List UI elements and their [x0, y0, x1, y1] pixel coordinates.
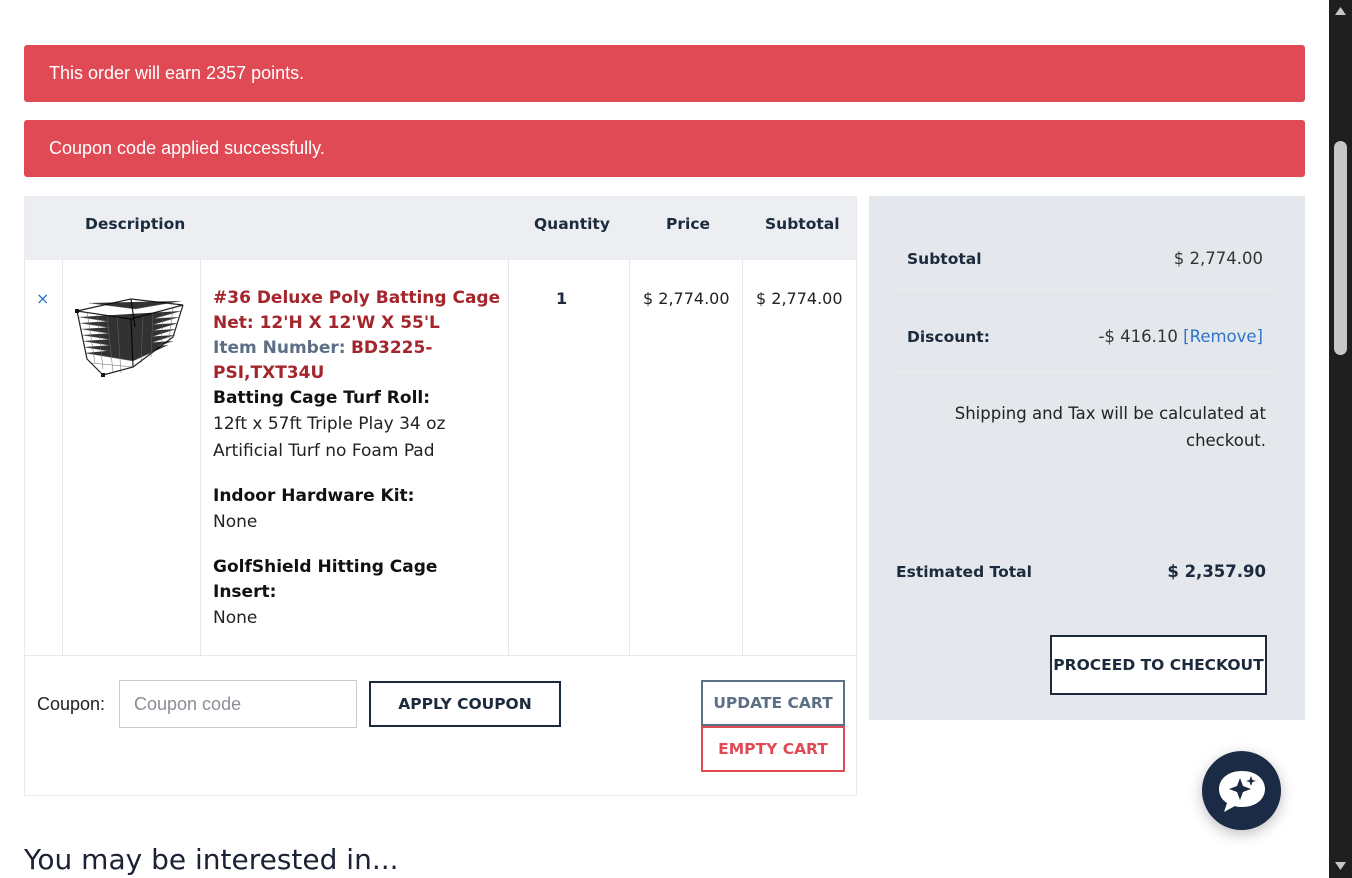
remove-discount-link[interactable]: [Remove] — [1183, 327, 1263, 346]
estimated-total-value: $ 2,357.90 — [1167, 562, 1266, 581]
related-products-heading: You may be interested in... — [24, 843, 399, 876]
shipping-tax-note: Shipping and Tax will be calculated at c… — [954, 404, 1266, 450]
summary-discount-label: Discount: — [907, 328, 990, 346]
summary-subtotal-value: $ 2,774.00 — [1173, 249, 1263, 268]
remove-item-icon[interactable]: × — [36, 289, 49, 308]
item-quantity: 1 — [556, 289, 568, 308]
estimated-total-label: Estimated Total — [896, 563, 1032, 581]
column-divider — [742, 260, 743, 655]
header-quantity: Quantity — [534, 215, 610, 233]
column-divider — [200, 260, 201, 655]
chat-sparkle-icon — [1218, 770, 1265, 812]
summary-discount-value: -$ 416.10 [Remove] — [1098, 327, 1263, 346]
page-scrollbar[interactable] — [1329, 0, 1352, 878]
points-notice: This order will earn 2357 points. — [24, 45, 1305, 102]
option-label-turf: Batting Cage Turf Roll: — [213, 388, 431, 408]
option-value-golfshield: None — [213, 608, 258, 628]
item-subtotal: $ 2,774.00 — [756, 289, 843, 308]
header-price: Price — [666, 215, 711, 233]
header-subtotal: Subtotal — [765, 215, 840, 233]
product-details: #36 Deluxe Poly Batting Cage Net: 12'H X… — [213, 286, 503, 632]
discount-amount: -$ 416.10 — [1098, 327, 1178, 346]
scroll-down-arrow-icon[interactable] — [1333, 859, 1348, 873]
coupon-label: Coupon: — [37, 694, 106, 714]
summary-subtotal-row: Subtotal $ 2,774.00 — [895, 232, 1273, 290]
proceed-to-checkout-button[interactable]: PROCEED TO CHECKOUT — [1050, 635, 1267, 695]
scroll-up-arrow-icon[interactable] — [1333, 4, 1348, 18]
option-value-turf: 12ft x 57ft Triple Play 34 oz Artificial… — [213, 414, 446, 461]
chat-launcher-button[interactable] — [1202, 751, 1281, 830]
item-price: $ 2,774.00 — [643, 289, 730, 308]
apply-coupon-button[interactable]: APPLY COUPON — [369, 681, 561, 727]
row-divider — [25, 655, 856, 656]
option-label-hardware: Indoor Hardware Kit: — [213, 486, 415, 506]
batting-cage-net-image[interactable] — [73, 297, 189, 383]
option-value-hardware: None — [213, 512, 258, 532]
cart-table: Description Quantity Price Subtotal × #3… — [24, 196, 857, 796]
item-number-label: Item Number: — [213, 338, 346, 358]
order-summary: Subtotal $ 2,774.00 Discount: -$ 416.10 … — [869, 196, 1305, 720]
cart-table-header: Description Quantity Price Subtotal — [25, 197, 856, 260]
summary-discount-row: Discount: -$ 416.10 [Remove] — [895, 290, 1273, 372]
product-title-link[interactable]: #36 Deluxe Poly Batting Cage Net: 12'H X… — [213, 286, 503, 336]
empty-cart-button[interactable]: EMPTY CART — [701, 726, 845, 772]
coupon-input[interactable] — [119, 680, 357, 728]
column-divider — [62, 260, 63, 655]
header-description: Description — [85, 215, 186, 233]
option-label-golfshield: GolfShield Hitting Cage Insert: — [213, 557, 438, 602]
coupon-success-notice: Coupon code applied successfully. — [24, 120, 1305, 177]
column-divider — [629, 260, 630, 655]
summary-subtotal-label: Subtotal — [907, 250, 982, 268]
update-cart-button[interactable]: UPDATE CART — [701, 680, 845, 726]
column-divider — [508, 260, 509, 655]
scrollbar-thumb[interactable] — [1334, 141, 1347, 355]
